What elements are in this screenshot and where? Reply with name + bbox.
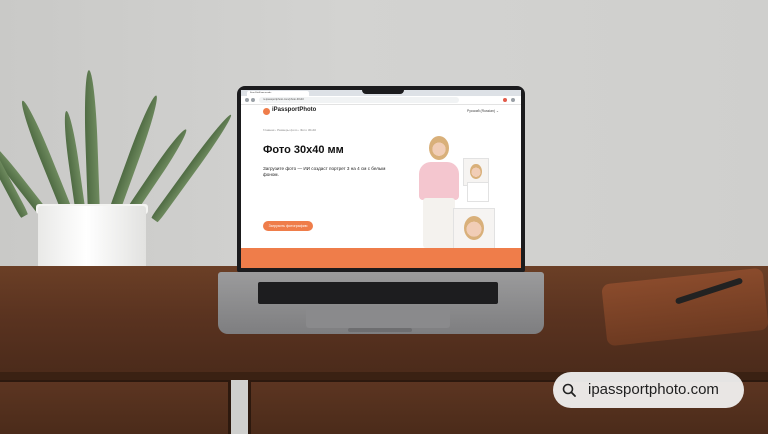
back-icon[interactable] bbox=[245, 98, 249, 102]
page-title: Фото 30х40 мм bbox=[263, 144, 344, 156]
desk-drawer-left bbox=[0, 380, 231, 434]
extension-icon[interactable] bbox=[503, 98, 507, 102]
browser-toolbar: ru.ipassportphoto.com/photo-30x40 bbox=[241, 96, 521, 105]
sample-silhouette bbox=[467, 182, 489, 202]
breadcrumb[interactable]: Главная › Размеры фото › Фото 30х40 bbox=[263, 128, 316, 132]
search-query-text: ipassportphoto.com bbox=[588, 381, 719, 398]
site-header: iPassportPhoto Русский (Russian) ⌄ bbox=[241, 105, 521, 119]
orange-section-band bbox=[241, 248, 521, 268]
laptop-screen: Фото 30х40 мм онлайн ru.ipassportphoto.c… bbox=[241, 90, 521, 268]
laptop-lip bbox=[348, 328, 412, 332]
menu-icon[interactable] bbox=[511, 98, 515, 102]
sample-photo-large bbox=[453, 208, 495, 250]
camera-notch bbox=[362, 86, 404, 94]
site-logo[interactable]: iPassportPhoto bbox=[272, 107, 316, 113]
laptop-keyboard bbox=[258, 282, 498, 304]
upload-photo-button[interactable]: Загрузить фотографию bbox=[263, 221, 313, 231]
address-bar[interactable]: ru.ipassportphoto.com/photo-30x40 bbox=[259, 97, 459, 103]
search-icon bbox=[562, 383, 576, 397]
reload-icon[interactable] bbox=[251, 98, 255, 102]
language-selector[interactable]: Русский (Russian) ⌄ bbox=[467, 109, 499, 113]
laptop-trackpad bbox=[306, 306, 450, 328]
logo-icon bbox=[263, 108, 270, 115]
hero-subtitle: Загрузите фото — ИИ создаст портрет 3 на… bbox=[263, 166, 386, 177]
